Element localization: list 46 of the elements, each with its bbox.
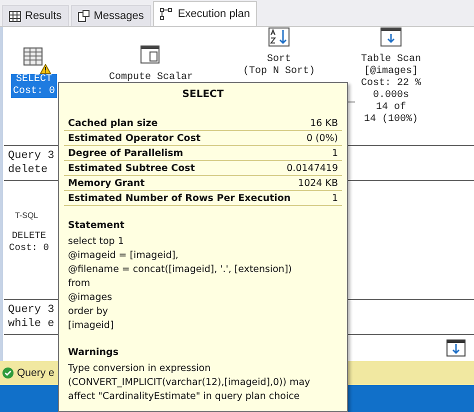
statement-line: [imageid]	[68, 319, 115, 333]
property-value: 16 KB	[310, 118, 338, 129]
plan-node-label[interactable]: Sort (Top N Sort)	[241, 54, 318, 78]
property-name: Memory Grant	[68, 178, 145, 189]
property-name: Estimated Number of Rows Per Execution	[68, 193, 291, 204]
statement-line: select top 1	[68, 235, 125, 249]
property-value: 1	[332, 148, 338, 159]
query-text: Query 3	[8, 149, 54, 163]
check-icon	[2, 367, 14, 379]
property-name: Cached plan size	[68, 118, 158, 129]
query-text: delete	[8, 163, 48, 177]
statement-line: @imageid = [imageid],	[68, 249, 180, 263]
plan-node-label[interactable]: Compute Scalar	[107, 72, 196, 84]
status-text: Query e	[17, 367, 54, 379]
property-value: 0 (0%)	[306, 133, 338, 144]
plan-node-label[interactable]: DELETE Cost: 0	[9, 230, 49, 254]
table-scan-icon	[380, 27, 402, 47]
section-heading: Warnings	[68, 347, 120, 358]
property-value: 1	[332, 193, 338, 204]
property-name: Estimated Operator Cost	[68, 133, 201, 144]
grid-icon	[9, 10, 21, 22]
plan-node-label[interactable]: Table Scan [@images] Cost: 22 % 0.000s 14 of 14 (100%)	[359, 54, 424, 126]
section-heading: Statement	[68, 220, 126, 231]
tab[interactable]: Results	[2, 5, 69, 26]
property-name: Degree of Parallelism	[68, 148, 184, 159]
tab[interactable]: Messages	[70, 5, 151, 26]
sort-icon	[268, 27, 290, 47]
plan-node-label[interactable]: SELECT Cost: 0	[11, 74, 58, 98]
statement-line: from	[68, 277, 92, 291]
statement-line: @images	[68, 291, 114, 305]
calculator-icon	[140, 45, 162, 65]
download-icon[interactable]	[446, 339, 466, 357]
plan-icon	[160, 8, 174, 20]
warning-text: Type conversion in expression (CONVERT_IMPLICIT(varchar(12),[imageid],0)) may affect "CardinalityEstimate" in query plan choice	[68, 362, 312, 404]
property-name: Estimated Subtree Cost	[68, 163, 195, 174]
document-icon	[78, 10, 90, 22]
property-value: 1024 KB	[298, 178, 338, 189]
node-type-label: T-SQL	[15, 211, 38, 220]
statement-line: @filename = concat([imageid], '.', [extension])	[68, 263, 293, 277]
query-text: while e	[8, 317, 54, 331]
property-value: 0.0147419	[286, 163, 338, 174]
tooltip-title: SELECT	[181, 89, 225, 100]
statement-line: order by	[68, 305, 110, 319]
tab[interactable]: Execution plan	[152, 1, 257, 26]
table-icon	[23, 47, 45, 67]
query-text: Query 3	[8, 303, 54, 317]
